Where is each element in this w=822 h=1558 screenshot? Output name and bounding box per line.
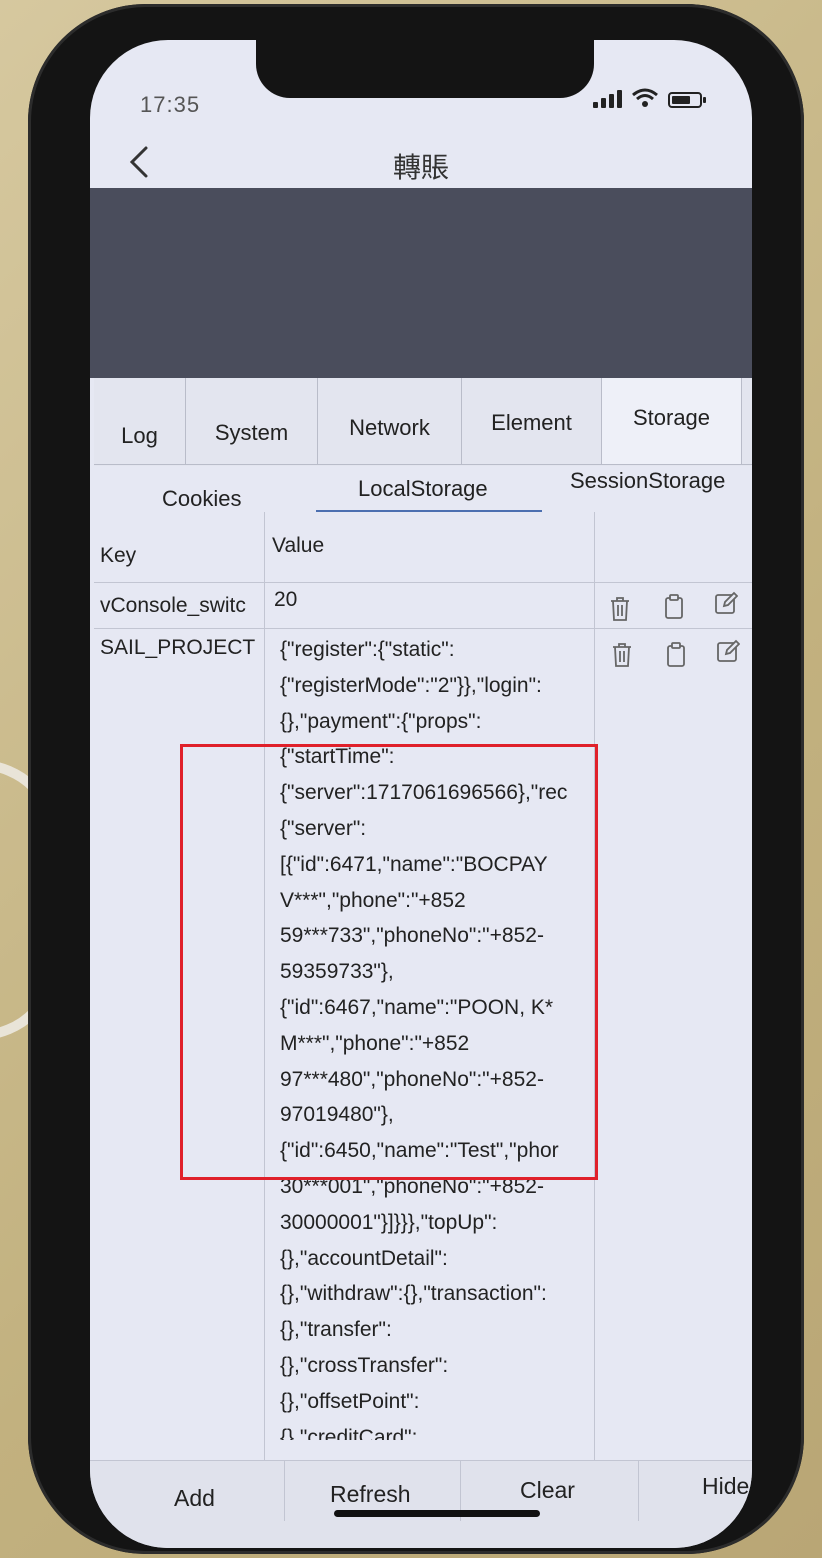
value-line: {},"transfer": bbox=[280, 1318, 392, 1342]
value-line: {"id":6467,"name":"POON, K* bbox=[280, 995, 554, 1019]
tab-log[interactable]: Log bbox=[94, 378, 186, 464]
webview-dark-area bbox=[90, 188, 752, 378]
tab-network[interactable]: Network bbox=[318, 378, 462, 464]
header-value: Value bbox=[272, 534, 325, 557]
subtab-localstorage[interactable]: LocalStorage bbox=[358, 476, 488, 502]
clear-button[interactable]: Clear bbox=[520, 1477, 575, 1504]
value-line: V***","phone":"+852 bbox=[280, 888, 466, 912]
button-divider bbox=[284, 1461, 285, 1521]
value-line: 59***733","phoneNo":"+852- bbox=[280, 924, 544, 948]
row-value: 20 bbox=[274, 588, 298, 611]
row-key: SAIL_PROJECT bbox=[100, 636, 256, 659]
value-line: 30000001"}]}}},"topUp": bbox=[280, 1210, 498, 1234]
trash-icon[interactable] bbox=[610, 642, 634, 668]
signal-icon bbox=[593, 88, 622, 108]
header-key: Key bbox=[100, 544, 137, 567]
value-line: {"server": bbox=[280, 816, 367, 840]
vconsole-bottom-bar: Add Refresh Clear Hide bbox=[90, 1460, 752, 1548]
value-line: 97019480"}, bbox=[280, 1103, 394, 1127]
notch bbox=[256, 40, 594, 98]
value-line: 97***480","phoneNo":"+852- bbox=[280, 1067, 544, 1091]
status-icons bbox=[593, 88, 706, 108]
row-divider bbox=[94, 628, 752, 629]
value-line: {},"creditCard": bbox=[280, 1425, 418, 1440]
column-divider bbox=[264, 512, 265, 1472]
value-line: {},"withdraw":{},"transaction": bbox=[280, 1282, 547, 1306]
page-title: 轉賬 bbox=[392, 152, 449, 183]
value-line: {},"accountDetail": bbox=[280, 1246, 448, 1270]
value-line: {"register":{"static": bbox=[280, 638, 455, 661]
value-line: {"startTime": bbox=[280, 745, 395, 769]
value-line: {},"offsetPoint": bbox=[280, 1389, 420, 1413]
copy-icon[interactable] bbox=[662, 594, 686, 620]
add-button[interactable]: Add bbox=[174, 1485, 215, 1512]
button-divider bbox=[638, 1461, 639, 1521]
subtab-sessionstorage[interactable]: SessionStorage bbox=[570, 468, 725, 494]
refresh-button[interactable]: Refresh bbox=[330, 1481, 411, 1508]
edit-icon[interactable] bbox=[716, 638, 740, 664]
row-value-json: {"register":{"static": {"registerMode":"2… bbox=[280, 632, 608, 1440]
storage-table: Key Value vConsole_switc 20 SAIL_PROJECT… bbox=[94, 512, 752, 1472]
value-line: {"registerMode":"2"}},"login": bbox=[280, 673, 542, 697]
trash-icon[interactable] bbox=[608, 596, 632, 622]
tabs-divider bbox=[94, 464, 752, 465]
value-line: {},"crossTransfer": bbox=[280, 1353, 449, 1377]
value-line: {"id":6450,"name":"Test","phor bbox=[280, 1139, 559, 1163]
copy-icon[interactable] bbox=[664, 642, 688, 668]
value-line: 59359733"}, bbox=[280, 960, 394, 984]
row-divider bbox=[94, 582, 752, 583]
tab-element[interactable]: Element bbox=[462, 378, 602, 464]
status-time: 17:35 bbox=[140, 92, 201, 117]
value-line: 30***001","phoneNo":"+852- bbox=[280, 1174, 544, 1198]
tab-storage[interactable]: Storage bbox=[602, 378, 742, 464]
value-line: [{"id":6471,"name":"BOCPAY bbox=[280, 852, 548, 876]
tab-system[interactable]: System bbox=[186, 378, 318, 464]
phone-frame: 17:35 轉賬 Log System Network Element Stor… bbox=[28, 4, 804, 1554]
value-line: {},"payment":{"props": bbox=[280, 709, 482, 733]
home-indicator bbox=[334, 1510, 540, 1517]
wifi-icon bbox=[632, 88, 658, 107]
value-line: M***","phone":"+852 bbox=[280, 1031, 470, 1055]
vconsole-tabs: Log System Network Element Storage bbox=[94, 378, 752, 466]
row-key: vConsole_switc bbox=[100, 594, 246, 617]
battery-icon bbox=[668, 92, 706, 108]
hide-button[interactable]: Hide bbox=[702, 1473, 749, 1500]
nav-bar: 轉賬 bbox=[90, 136, 752, 186]
value-line: {"server":1717061696566},"rec bbox=[280, 781, 568, 805]
edit-icon[interactable] bbox=[714, 590, 738, 616]
subtab-cookies[interactable]: Cookies bbox=[162, 486, 241, 512]
phone-screen: 17:35 轉賬 Log System Network Element Stor… bbox=[90, 40, 752, 1548]
